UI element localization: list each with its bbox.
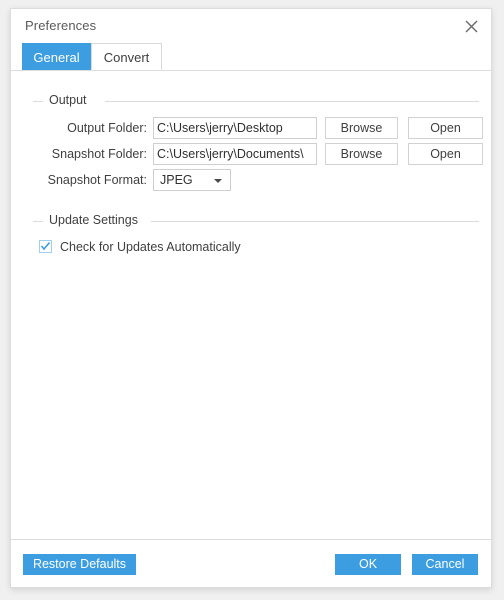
ok-button[interactable]: OK <box>335 554 401 575</box>
window-title: Preferences <box>25 18 96 33</box>
snapshot-format-select[interactable]: JPEG <box>153 169 231 191</box>
restore-defaults-button[interactable]: Restore Defaults <box>23 554 136 575</box>
row-snapshot-format: Snapshot Format: JPEG <box>11 169 491 191</box>
title-bar: Preferences <box>11 9 491 43</box>
group-rule-left <box>33 101 43 102</box>
screen: Preferences General Convert Output <box>0 0 504 600</box>
check-icon <box>40 241 51 252</box>
group-rule-left <box>33 221 43 222</box>
label-output-folder: Output Folder: <box>11 117 147 139</box>
group-rule-right <box>105 101 479 102</box>
tab-strip: General Convert <box>11 43 491 71</box>
chevron-down-icon <box>214 179 222 183</box>
tab-content-general: Output Output Folder: Browse Open Snapsh… <box>11 71 491 527</box>
group-label-update: Update Settings <box>49 213 138 227</box>
output-folder-open-button[interactable]: Open <box>408 117 483 139</box>
group-label-output: Output <box>49 93 87 107</box>
output-folder-input[interactable] <box>153 117 317 139</box>
group-header-output: Output <box>33 93 479 109</box>
check-updates-checkbox[interactable] <box>39 240 52 253</box>
snapshot-folder-browse-button[interactable]: Browse <box>325 143 398 165</box>
cancel-button[interactable]: Cancel <box>412 554 478 575</box>
close-icon[interactable] <box>459 15 483 39</box>
dialog-footer: Restore Defaults OK Cancel <box>11 540 491 587</box>
check-updates-label: Check for Updates Automatically <box>60 239 241 255</box>
snapshot-format-value: JPEG <box>160 170 193 190</box>
row-snapshot-folder: Snapshot Folder: Browse Open <box>11 143 491 165</box>
snapshot-folder-open-button[interactable]: Open <box>408 143 483 165</box>
label-snapshot-folder: Snapshot Folder: <box>11 143 147 165</box>
tab-convert[interactable]: Convert <box>91 43 162 70</box>
output-folder-browse-button[interactable]: Browse <box>325 117 398 139</box>
group-header-update: Update Settings <box>33 213 479 229</box>
row-output-folder: Output Folder: Browse Open <box>11 117 491 139</box>
label-snapshot-format: Snapshot Format: <box>11 169 147 191</box>
preferences-dialog: Preferences General Convert Output <box>10 8 492 588</box>
snapshot-folder-input[interactable] <box>153 143 317 165</box>
group-rule-right <box>151 221 479 222</box>
tab-general[interactable]: General <box>22 43 91 70</box>
